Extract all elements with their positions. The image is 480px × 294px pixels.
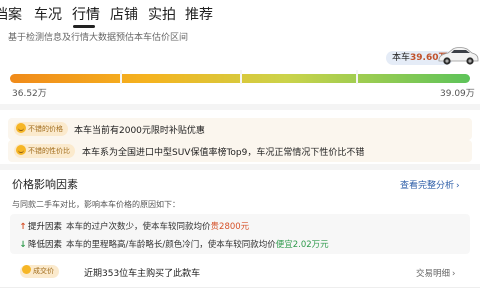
arrow-up-icon: ↑ bbox=[19, 222, 27, 232]
highlight-badge: 不错的价格 bbox=[14, 122, 68, 136]
coin-icon bbox=[22, 265, 31, 274]
section-title: 价格影响因素 bbox=[12, 178, 78, 191]
highlight-text: 本车系为全国进口中型SUV保值率榜Top9，车况正常情况下性价比不错 bbox=[82, 148, 365, 158]
highlight-badge: 不错的性价比 bbox=[14, 144, 75, 158]
view-full-analysis-link[interactable]: 查看完整分析 › bbox=[400, 178, 460, 191]
deal-text: 近期353位车主购买了此款车 bbox=[84, 269, 201, 279]
car-icon bbox=[438, 47, 479, 65]
section-divider bbox=[0, 104, 480, 110]
chevron-right-icon: › bbox=[456, 181, 460, 191]
tab-market[interactable]: 行情 bbox=[72, 4, 100, 24]
tab-photos[interactable]: 实拍 bbox=[148, 4, 176, 24]
range-divider bbox=[240, 70, 242, 84]
factor-value: 贵2800元 bbox=[210, 222, 250, 232]
section-description: 与同款二手车对比，影响本车价格的原因如下： bbox=[12, 200, 180, 209]
range-divider bbox=[120, 70, 122, 84]
range-divider bbox=[356, 70, 358, 84]
factor-row: ↑提升因素 本车的过户次数少，使本车较同款均价贵2800元 bbox=[19, 222, 250, 232]
chevron-right-icon: › bbox=[452, 269, 456, 279]
factor-value: 便宜2.02万元 bbox=[275, 240, 329, 250]
bottom-divider bbox=[0, 287, 480, 288]
range-min-value: 36.52万 bbox=[12, 89, 47, 99]
smile-icon bbox=[16, 123, 26, 133]
factor-card: ↑提升因素 本车的过户次数少，使本车较同款均价贵2800元 ↓降低因素 本车的里程略… bbox=[10, 214, 470, 254]
tab-recommend[interactable]: 推荐 bbox=[185, 4, 213, 24]
transaction-details-link[interactable]: 交易明细 › bbox=[416, 267, 455, 279]
tab-condition[interactable]: 车况 bbox=[34, 4, 62, 24]
tab-active-indicator bbox=[73, 25, 95, 28]
deal-badge: 成交价 bbox=[20, 265, 59, 278]
range-max-value: 39.09万 bbox=[440, 89, 475, 99]
deal-row: 成交价 近期353位车主购买了此款车 交易明细 › bbox=[0, 263, 480, 281]
arrow-down-icon: ↓ bbox=[19, 240, 27, 250]
price-prefix: 本车 bbox=[392, 53, 411, 63]
valuation-subtitle: 基于检测信息及行情大数据预估本车估价区间 bbox=[8, 33, 189, 43]
tab-shop[interactable]: 店铺 bbox=[110, 4, 138, 24]
section-divider bbox=[0, 164, 480, 170]
highlight-text: 本车当前有2000元限时补贴优惠 bbox=[74, 126, 205, 136]
tab-bar: 档案 车况 行情 店铺 实拍 推荐 bbox=[0, 0, 480, 28]
smile-icon bbox=[16, 145, 26, 155]
tab-archive[interactable]: 档案 bbox=[0, 4, 22, 24]
factor-row: ↓降低因素 本车的里程略高/车龄略长/颜色冷门，使本车较同款均价便宜2.02万元 bbox=[19, 240, 329, 250]
